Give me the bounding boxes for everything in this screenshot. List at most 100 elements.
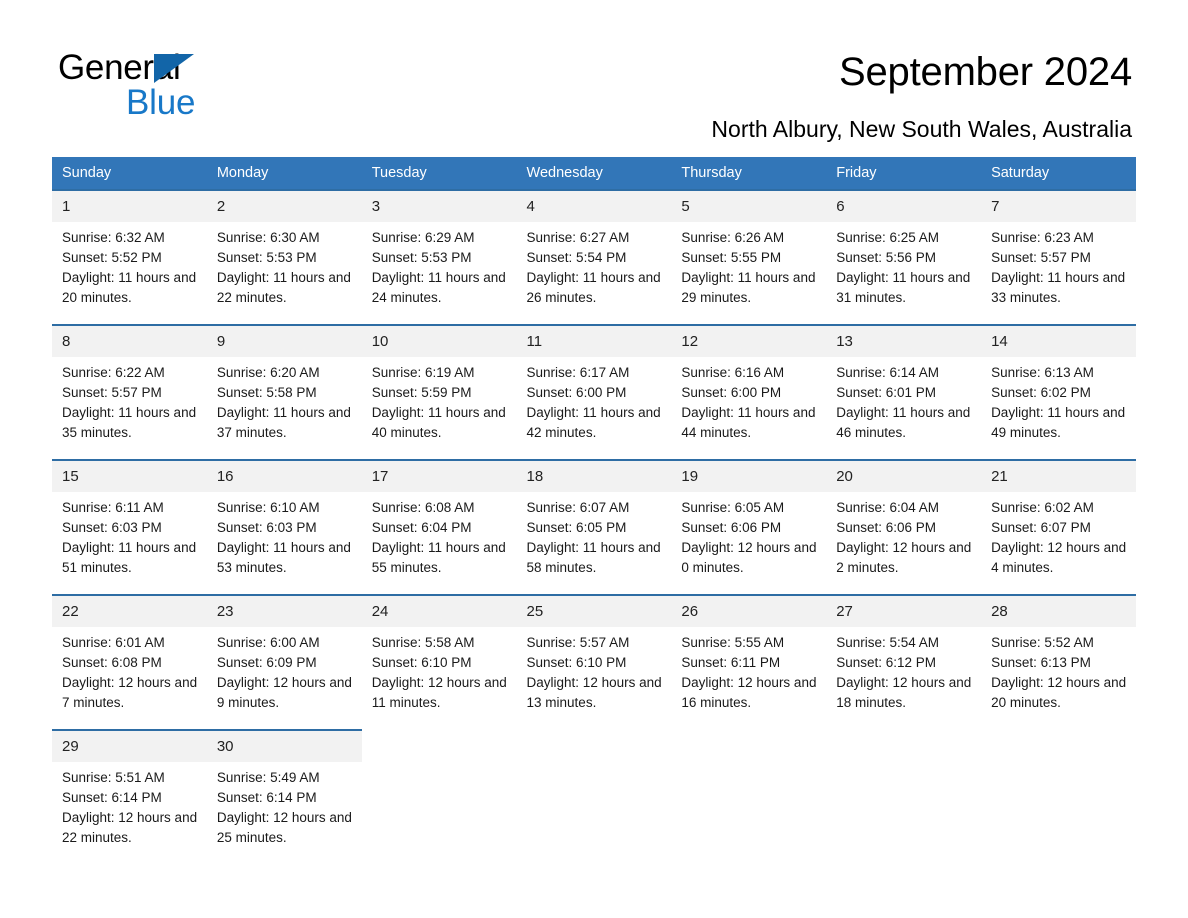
sunset-text: Sunset: 5:55 PM xyxy=(681,250,782,265)
daylight-text: Daylight: 11 hours and 37 minutes. xyxy=(216,405,351,440)
day-cell[interactable]: 9 Sunrise: 6:20 AM Sunset: 5:58 PM Dayli… xyxy=(206,324,362,460)
day-cell[interactable]: 1 Sunrise: 6:32 AM Sunset: 5:52 PM Dayli… xyxy=(52,189,207,325)
day-details: Sunrise: 6:01 AM Sunset: 6:08 PM Dayligh… xyxy=(52,627,207,713)
day-cell[interactable]: 20 Sunrise: 6:04 AM Sunset: 6:06 PM Dayl… xyxy=(826,459,982,595)
day-details: Sunrise: 5:54 AM Sunset: 6:12 PM Dayligh… xyxy=(826,627,981,713)
day-details: Sunrise: 6:25 AM Sunset: 5:56 PM Dayligh… xyxy=(826,222,981,308)
weekday-header-saturday: Saturday xyxy=(981,157,1136,190)
day-cell[interactable]: 21 Sunrise: 6:02 AM Sunset: 6:07 PM Dayl… xyxy=(981,459,1136,595)
day-cell[interactable]: 24 Sunrise: 5:58 AM Sunset: 6:10 PM Dayl… xyxy=(361,594,517,730)
day-cell[interactable]: 23 Sunrise: 6:00 AM Sunset: 6:09 PM Dayl… xyxy=(206,594,362,730)
day-details: Sunrise: 5:58 AM Sunset: 6:10 PM Dayligh… xyxy=(362,627,517,713)
day-number: 11 xyxy=(516,326,672,357)
sunrise-text: Sunrise: 6:32 AM xyxy=(62,230,165,245)
day-cell[interactable]: 27 Sunrise: 5:54 AM Sunset: 6:12 PM Dayl… xyxy=(826,594,982,730)
calendar-header-row: Sunday Monday Tuesday Wednesday Thursday… xyxy=(52,157,1136,190)
day-details: Sunrise: 6:04 AM Sunset: 6:06 PM Dayligh… xyxy=(826,492,981,578)
daylight-text: Daylight: 12 hours and 11 minutes. xyxy=(371,675,507,710)
day-cell-empty xyxy=(516,729,672,864)
day-cell[interactable]: 3 Sunrise: 6:29 AM Sunset: 5:53 PM Dayli… xyxy=(361,189,517,325)
page-header: General Blue September 2024 North Albury… xyxy=(0,0,1188,142)
day-cell[interactable]: 8 Sunrise: 6:22 AM Sunset: 5:57 PM Dayli… xyxy=(52,324,207,460)
day-cell[interactable]: 10 Sunrise: 6:19 AM Sunset: 5:59 PM Dayl… xyxy=(361,324,517,460)
daylight-text: Daylight: 12 hours and 7 minutes. xyxy=(62,675,198,710)
logo-text-row-1: General xyxy=(58,50,258,85)
daylight-text: Daylight: 11 hours and 33 minutes. xyxy=(991,270,1126,305)
sunrise-text: Sunrise: 6:29 AM xyxy=(371,230,475,245)
calendar-week-row: 15 Sunrise: 6:11 AM Sunset: 6:03 PM Dayl… xyxy=(52,459,1136,595)
sunset-text: Sunset: 6:12 PM xyxy=(836,655,937,670)
day-details: Sunrise: 6:08 AM Sunset: 6:04 PM Dayligh… xyxy=(362,492,517,578)
day-details: Sunrise: 5:52 AM Sunset: 6:13 PM Dayligh… xyxy=(981,627,1136,713)
daylight-text: Daylight: 11 hours and 22 minutes. xyxy=(216,270,351,305)
sunset-text: Sunset: 6:01 PM xyxy=(836,385,937,400)
sunrise-text: Sunrise: 6:22 AM xyxy=(62,365,165,380)
day-cell[interactable]: 15 Sunrise: 6:11 AM Sunset: 6:03 PM Dayl… xyxy=(52,459,207,595)
day-cell[interactable]: 18 Sunrise: 6:07 AM Sunset: 6:05 PM Dayl… xyxy=(516,459,672,595)
calendar-week-row: 1 Sunrise: 6:32 AM Sunset: 5:52 PM Dayli… xyxy=(52,189,1136,325)
day-details: Sunrise: 6:02 AM Sunset: 6:07 PM Dayligh… xyxy=(981,492,1136,578)
day-cell[interactable]: 29 Sunrise: 5:51 AM Sunset: 6:14 PM Dayl… xyxy=(52,729,207,864)
day-number: 6 xyxy=(826,191,982,222)
day-cell[interactable]: 6 Sunrise: 6:25 AM Sunset: 5:56 PM Dayli… xyxy=(826,189,982,325)
sunset-text: Sunset: 6:08 PM xyxy=(62,655,162,670)
day-number: 29 xyxy=(52,731,207,762)
sunrise-text: Sunrise: 5:57 AM xyxy=(526,635,630,650)
sunrise-text: Sunrise: 6:19 AM xyxy=(371,365,475,380)
sunset-text: Sunset: 6:04 PM xyxy=(371,520,472,535)
day-number: 17 xyxy=(361,461,517,492)
page-title: September 2024 xyxy=(839,50,1132,94)
sunset-text: Sunset: 6:10 PM xyxy=(371,655,472,670)
day-details: Sunrise: 6:32 AM Sunset: 5:52 PM Dayligh… xyxy=(52,222,207,308)
calendar-page: General Blue September 2024 North Albury… xyxy=(0,0,1188,918)
day-cell[interactable]: 13 Sunrise: 6:14 AM Sunset: 6:01 PM Dayl… xyxy=(826,324,982,460)
day-cell[interactable]: 16 Sunrise: 6:10 AM Sunset: 6:03 PM Dayl… xyxy=(206,459,362,595)
day-number: 20 xyxy=(826,461,982,492)
day-details: Sunrise: 6:19 AM Sunset: 5:59 PM Dayligh… xyxy=(362,357,517,443)
sunrise-text: Sunrise: 5:58 AM xyxy=(371,635,475,650)
day-cell[interactable]: 28 Sunrise: 5:52 AM Sunset: 6:13 PM Dayl… xyxy=(981,594,1136,730)
day-cell[interactable]: 7 Sunrise: 6:23 AM Sunset: 5:57 PM Dayli… xyxy=(981,189,1136,325)
sunrise-text: Sunrise: 6:25 AM xyxy=(836,230,940,245)
day-cell[interactable]: 5 Sunrise: 6:26 AM Sunset: 5:55 PM Dayli… xyxy=(671,189,827,325)
day-details: Sunrise: 6:07 AM Sunset: 6:05 PM Dayligh… xyxy=(517,492,672,578)
sunrise-text: Sunrise: 6:26 AM xyxy=(681,230,785,245)
daylight-text: Daylight: 12 hours and 22 minutes. xyxy=(62,810,198,845)
day-details: Sunrise: 6:30 AM Sunset: 5:53 PM Dayligh… xyxy=(207,222,362,308)
daylight-text: Daylight: 12 hours and 16 minutes. xyxy=(681,675,817,710)
day-cell[interactable]: 2 Sunrise: 6:30 AM Sunset: 5:53 PM Dayli… xyxy=(206,189,362,325)
day-number: 8 xyxy=(52,326,207,357)
day-cell[interactable]: 19 Sunrise: 6:05 AM Sunset: 6:06 PM Dayl… xyxy=(671,459,827,595)
day-cell[interactable]: 22 Sunrise: 6:01 AM Sunset: 6:08 PM Dayl… xyxy=(52,594,207,730)
day-cell[interactable]: 4 Sunrise: 6:27 AM Sunset: 5:54 PM Dayli… xyxy=(516,189,672,325)
day-number: 21 xyxy=(981,461,1136,492)
day-details: Sunrise: 6:23 AM Sunset: 5:57 PM Dayligh… xyxy=(981,222,1136,308)
day-cell[interactable]: 30 Sunrise: 5:49 AM Sunset: 6:14 PM Dayl… xyxy=(206,729,362,864)
day-details: Sunrise: 5:55 AM Sunset: 6:11 PM Dayligh… xyxy=(671,627,826,713)
day-cell[interactable]: 11 Sunrise: 6:17 AM Sunset: 6:00 PM Dayl… xyxy=(516,324,672,460)
day-details: Sunrise: 6:29 AM Sunset: 5:53 PM Dayligh… xyxy=(362,222,517,308)
sunset-text: Sunset: 6:09 PM xyxy=(216,655,317,670)
day-cell[interactable]: 14 Sunrise: 6:13 AM Sunset: 6:02 PM Dayl… xyxy=(981,324,1136,460)
day-cell-empty xyxy=(826,729,982,864)
day-cell[interactable]: 26 Sunrise: 5:55 AM Sunset: 6:11 PM Dayl… xyxy=(671,594,827,730)
sunset-text: Sunset: 6:07 PM xyxy=(991,520,1091,535)
day-number xyxy=(981,731,1136,762)
day-cell[interactable]: 25 Sunrise: 5:57 AM Sunset: 6:10 PM Dayl… xyxy=(516,594,672,730)
logo-word-blue: Blue xyxy=(126,83,196,122)
sunrise-sunset-calendar: Sunday Monday Tuesday Wednesday Thursday… xyxy=(52,157,1136,864)
day-cell-empty xyxy=(981,729,1136,864)
sunset-text: Sunset: 6:03 PM xyxy=(62,520,162,535)
calendar-week-row: 22 Sunrise: 6:01 AM Sunset: 6:08 PM Dayl… xyxy=(52,594,1136,730)
day-number xyxy=(361,731,517,762)
daylight-text: Daylight: 11 hours and 31 minutes. xyxy=(836,270,971,305)
daylight-text: Daylight: 11 hours and 26 minutes. xyxy=(526,270,661,305)
sunrise-text: Sunrise: 6:14 AM xyxy=(836,365,940,380)
day-number: 7 xyxy=(981,191,1136,222)
sunset-text: Sunset: 5:57 PM xyxy=(991,250,1091,265)
sunrise-text: Sunrise: 5:49 AM xyxy=(216,770,320,785)
day-cell[interactable]: 12 Sunrise: 6:16 AM Sunset: 6:00 PM Dayl… xyxy=(671,324,827,460)
sunrise-text: Sunrise: 6:08 AM xyxy=(371,500,475,515)
general-blue-logo[interactable]: General Blue xyxy=(58,50,258,120)
day-cell[interactable]: 17 Sunrise: 6:08 AM Sunset: 6:04 PM Dayl… xyxy=(361,459,517,595)
